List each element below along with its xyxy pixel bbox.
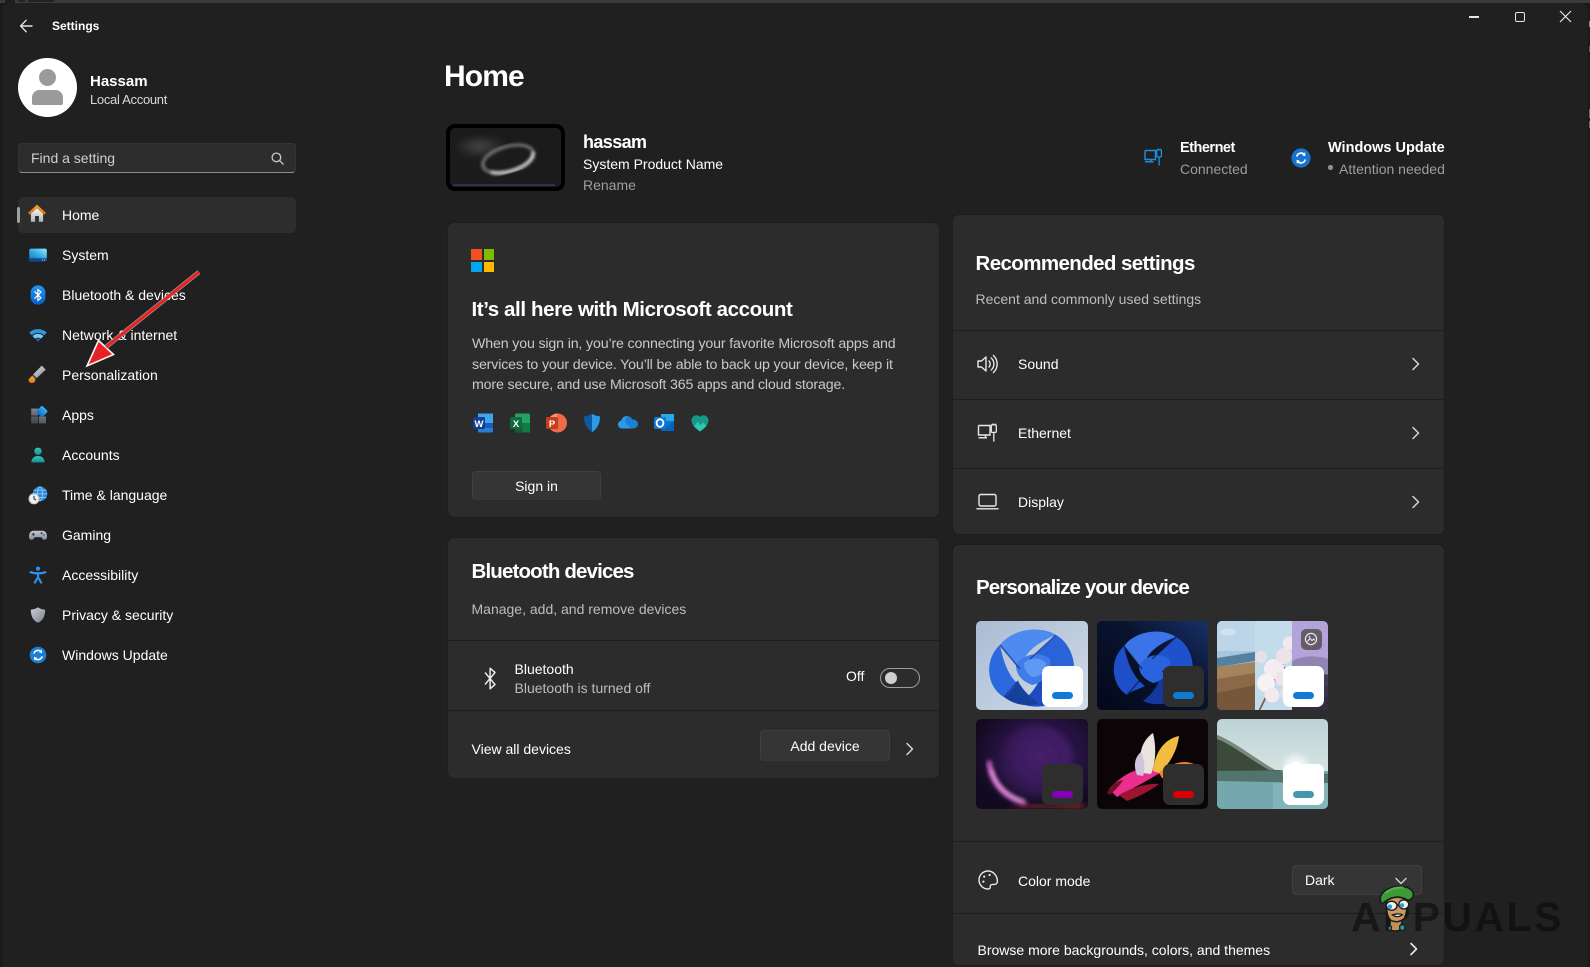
svg-text:X: X — [513, 419, 520, 430]
svg-text:P: P — [549, 419, 556, 430]
svg-text:W: W — [475, 419, 484, 430]
